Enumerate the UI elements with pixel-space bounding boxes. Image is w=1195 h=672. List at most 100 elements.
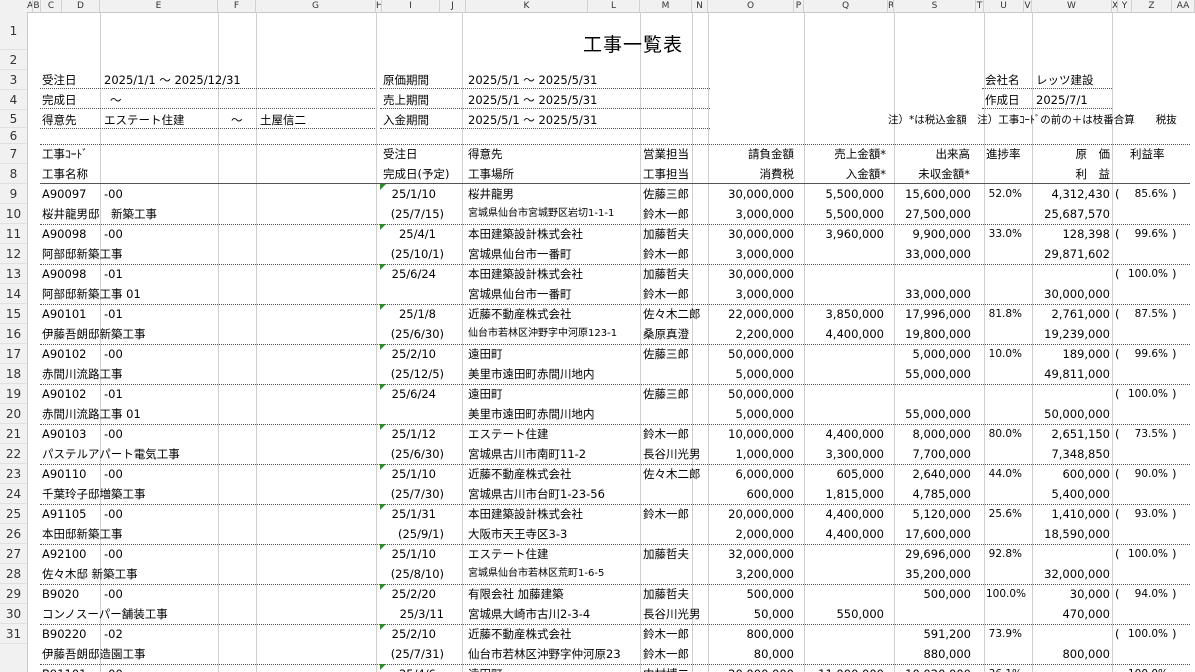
column-header-l[interactable]: L bbox=[588, 0, 640, 12]
record-contract: 500,000 bbox=[746, 587, 794, 601]
record-sales bbox=[806, 345, 884, 365]
row-header-27[interactable]: 27 bbox=[0, 544, 27, 564]
record-site-rep: 長谷川光男 bbox=[643, 447, 701, 461]
column-header-j[interactable]: J bbox=[440, 0, 466, 12]
row-header-19[interactable]: 19 bbox=[0, 384, 27, 404]
record-contract: 50,000,000 bbox=[728, 387, 794, 401]
column-header-s[interactable]: S bbox=[894, 0, 976, 12]
column-header-i[interactable]: I bbox=[382, 0, 440, 12]
column-header-c[interactable]: C bbox=[41, 0, 62, 12]
row-header-31[interactable]: 31 bbox=[0, 624, 27, 644]
record-name: パステルアパート電気工事 bbox=[42, 447, 180, 461]
record-name: 赤間川流路工事 01 bbox=[42, 407, 141, 421]
paren-open: ( bbox=[1115, 627, 1120, 641]
record-progress: 5,120,000 bbox=[912, 507, 971, 521]
row-header-6[interactable]: 6 bbox=[0, 128, 27, 144]
record-site: 仙台市若林区沖野字中河原123-1 bbox=[468, 328, 618, 339]
row-header-22[interactable]: 22 bbox=[0, 444, 27, 464]
row-header-30[interactable]: 30 bbox=[0, 604, 27, 624]
record-profit-rate: 100.0% bbox=[1127, 628, 1168, 640]
row-header-26[interactable]: 26 bbox=[0, 524, 27, 544]
record-unreceived: 4,785,000 bbox=[912, 487, 971, 501]
column-header-k[interactable]: K bbox=[466, 0, 588, 12]
column-header-u[interactable]: U bbox=[984, 0, 1024, 12]
column-header-w[interactable]: W bbox=[1032, 0, 1112, 12]
column-header-e[interactable]: E bbox=[100, 0, 218, 12]
grid-vline bbox=[692, 12, 693, 672]
column-header-m[interactable]: M bbox=[640, 0, 692, 12]
record-received: 4,400,000 bbox=[825, 327, 884, 341]
row-header-9[interactable]: 9 bbox=[0, 184, 27, 204]
row-header-21[interactable]: 21 bbox=[0, 424, 27, 444]
record-code: A90102 bbox=[42, 387, 87, 401]
record-profit-rate: 100.0% bbox=[1127, 548, 1168, 560]
row-header-23[interactable]: 23 bbox=[0, 464, 27, 484]
record-cost: 2,651,150 bbox=[1051, 427, 1110, 441]
column-header-p[interactable]: P bbox=[794, 0, 804, 12]
column-header-z[interactable]: Z bbox=[1132, 0, 1172, 12]
row-header-16[interactable]: 16 bbox=[0, 324, 27, 344]
record-sales-rep: 加藤哲夫 bbox=[643, 227, 689, 241]
row-header-partial[interactable] bbox=[0, 664, 27, 672]
row-header-4[interactable]: 4 bbox=[0, 90, 27, 110]
row-header-bar[interactable]: 1 2 3 4 5 6 7 8 9 10 11 12 13 14 15 16 17 18 19 20 21 22 23 24 2… bbox=[0, 12, 28, 672]
column-header-aa[interactable]: AA bbox=[1172, 0, 1195, 12]
record-site-rep: 長谷川光男 bbox=[643, 607, 701, 621]
paren-open: ( bbox=[1115, 227, 1120, 241]
row-header-25[interactable]: 25 bbox=[0, 504, 27, 524]
record-unreceived: 55,000,000 bbox=[905, 367, 971, 381]
record-received: 1,815,000 bbox=[825, 487, 884, 501]
record-complete-date: (25/7/15) bbox=[390, 207, 444, 221]
row-header-17[interactable]: 17 bbox=[0, 344, 27, 364]
row-header-15[interactable]: 15 bbox=[0, 304, 27, 324]
column-header-n[interactable]: N bbox=[692, 0, 708, 12]
spreadsheet[interactable]: ABCDEFGHIJKLMNOPQRSTUVWXYZAA 12345678910… bbox=[0, 0, 1195, 672]
column-header-t[interactable]: T bbox=[976, 0, 984, 12]
record-unreceived bbox=[896, 605, 971, 625]
column-header-g[interactable]: G bbox=[256, 0, 376, 12]
row-header-24[interactable]: 24 bbox=[0, 484, 27, 504]
record-profit: 30,000,000 bbox=[1044, 287, 1110, 301]
column-header-o[interactable]: O bbox=[708, 0, 794, 12]
record-site: 宮城県仙台市一番町 bbox=[468, 287, 572, 301]
colhead-tax: 消費税 bbox=[759, 167, 795, 181]
row-header-12[interactable]: 12 bbox=[0, 244, 27, 264]
record-code: A90097 bbox=[42, 187, 87, 201]
row-header-10[interactable]: 10 bbox=[0, 204, 27, 224]
row-header-3[interactable]: 3 bbox=[0, 70, 27, 90]
record-customer: 近藤不動産株式会社 bbox=[468, 467, 572, 481]
record-site: 宮城県古川市南町11-2 bbox=[468, 447, 587, 461]
record-unreceived: 55,000,000 bbox=[905, 407, 971, 421]
row-header-11[interactable]: 11 bbox=[0, 224, 27, 244]
record-received bbox=[806, 405, 884, 425]
comment-marker bbox=[380, 184, 386, 190]
record-progress: 5,000,000 bbox=[912, 347, 971, 361]
paren-open: ( bbox=[1115, 267, 1120, 281]
record-complete-date: (25/6/30) bbox=[390, 447, 444, 461]
column-header-d[interactable]: D bbox=[62, 0, 100, 12]
row-header-18[interactable]: 18 bbox=[0, 364, 27, 384]
row-header-14[interactable]: 14 bbox=[0, 284, 27, 304]
column-header-v[interactable]: V bbox=[1024, 0, 1032, 12]
row-header-5[interactable]: 5 bbox=[0, 110, 27, 128]
column-header-b[interactable]: B bbox=[33, 0, 41, 12]
row-header-28[interactable]: 28 bbox=[0, 564, 27, 584]
row-header-2[interactable]: 2 bbox=[0, 50, 27, 70]
record-order-date: 25/2/10 bbox=[391, 347, 436, 361]
row-header-1[interactable]: 1 bbox=[0, 12, 27, 50]
column-header-bar[interactable]: ABCDEFGHIJKLMNOPQRSTUVWXYZAA bbox=[0, 0, 1195, 13]
row-header-20[interactable]: 20 bbox=[0, 404, 27, 424]
record-rate: 25.6% bbox=[988, 508, 1022, 520]
comment-marker bbox=[380, 304, 386, 310]
column-header-q[interactable]: Q bbox=[804, 0, 888, 12]
record-tax: 2,200,000 bbox=[735, 327, 794, 341]
header-top-line bbox=[40, 144, 1190, 145]
record-complete-date: (25/9/1) bbox=[398, 527, 444, 541]
row-header-29[interactable]: 29 bbox=[0, 584, 27, 604]
column-header-f[interactable]: F bbox=[218, 0, 256, 12]
column-header-y[interactable]: Y bbox=[1118, 0, 1132, 12]
row-header-7[interactable]: 7 bbox=[0, 144, 27, 164]
row-header-13[interactable]: 13 bbox=[0, 264, 27, 284]
partial-branch: -00 bbox=[104, 665, 123, 672]
row-header-8[interactable]: 8 bbox=[0, 164, 27, 184]
